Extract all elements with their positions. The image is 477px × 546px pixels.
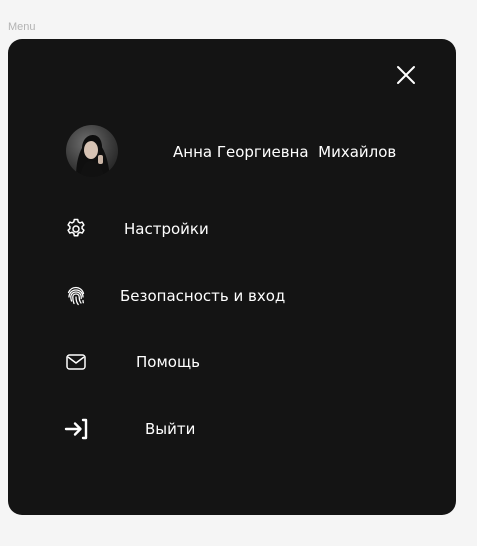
menu-item-security[interactable]: Безопасность и вход <box>56 278 416 314</box>
menu-item-label: Настройки <box>124 220 209 238</box>
close-button[interactable] <box>392 61 420 89</box>
mail-icon <box>64 350 88 374</box>
user-name[interactable]: Анна Георгиевна Михайлов <box>173 143 396 161</box>
frame-label: Menu <box>8 21 36 33</box>
menu-item-help[interactable]: Помощь <box>56 344 416 380</box>
menu-item-label: Выйти <box>145 420 196 438</box>
menu-panel: Анна Георгиевна Михайлов Настройки Безоп… <box>8 39 456 515</box>
menu-item-label: Помощь <box>136 353 200 371</box>
logout-icon <box>64 417 88 441</box>
menu-item-settings[interactable]: Настройки <box>56 211 416 247</box>
fingerprint-icon <box>64 284 88 308</box>
avatar[interactable] <box>66 125 118 177</box>
menu-item-label: Безопасность и вход <box>120 287 286 305</box>
menu-item-logout[interactable]: Выйти <box>56 411 416 447</box>
gear-icon <box>64 217 88 241</box>
close-icon <box>397 66 415 84</box>
